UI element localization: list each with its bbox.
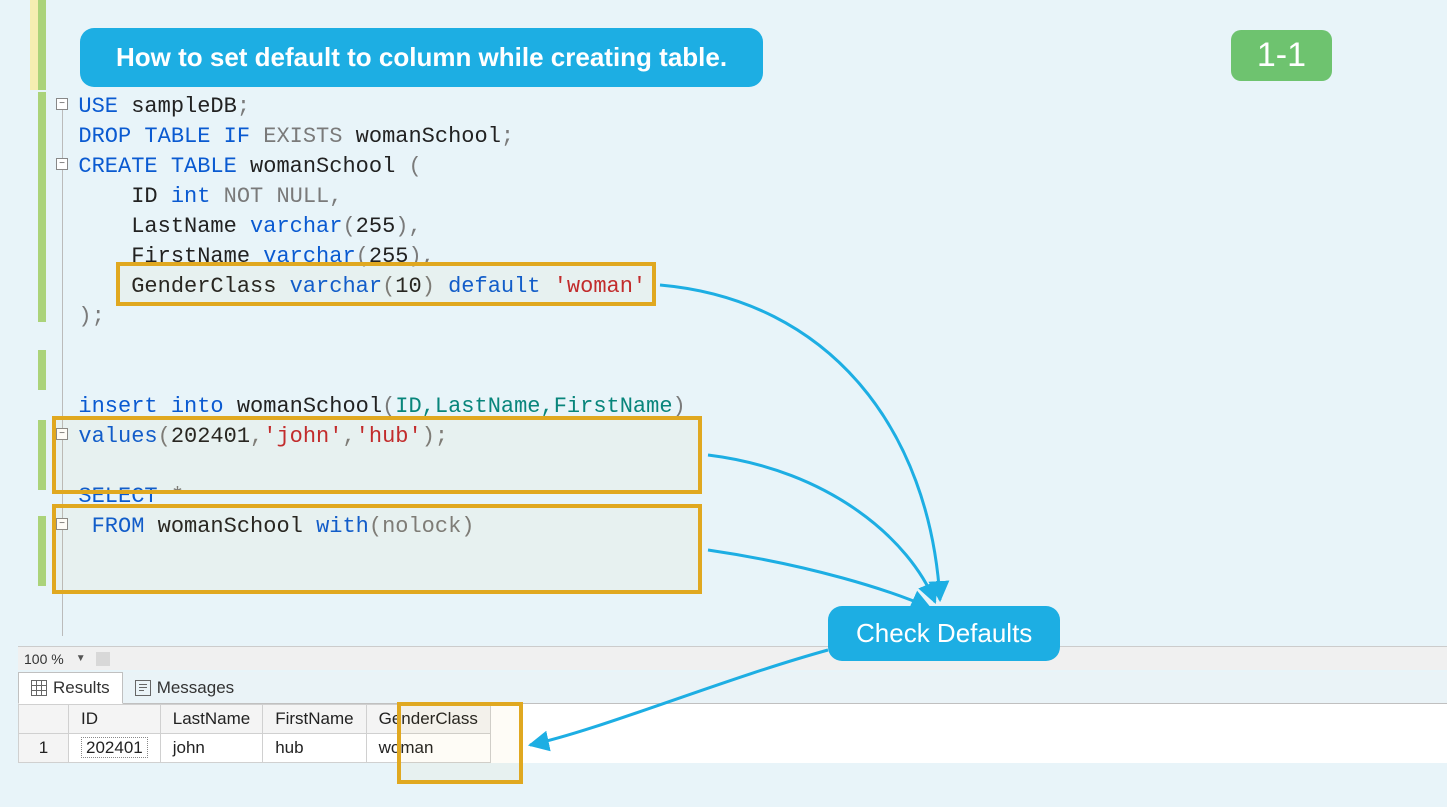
col-header[interactable]: FirstName	[263, 705, 366, 734]
tab-results[interactable]: Results	[18, 672, 123, 704]
tab-label: Results	[53, 678, 110, 698]
results-panel: Results Messages ID LastName FirstName G…	[18, 672, 1447, 763]
tab-label: Messages	[157, 678, 234, 698]
grid-icon	[31, 680, 47, 696]
fold-toggle[interactable]	[56, 158, 68, 170]
zoom-level[interactable]: 100 %	[18, 651, 70, 667]
fold-toggle[interactable]	[56, 428, 68, 440]
zoom-bar: 100 % ▼	[18, 646, 1447, 670]
check-defaults-pill: Check Defaults	[828, 606, 1060, 661]
fold-toggle[interactable]	[56, 518, 68, 530]
rownum-header	[19, 705, 69, 734]
table-row[interactable]: 1 202401 john hub woman	[19, 734, 491, 763]
cell[interactable]: john	[160, 734, 262, 763]
col-header[interactable]: ID	[69, 705, 161, 734]
cell[interactable]: woman	[366, 734, 490, 763]
fold-toggle[interactable]	[56, 98, 68, 110]
row-number: 1	[19, 734, 69, 763]
results-grid[interactable]: ID LastName FirstName GenderClass 1 2024…	[18, 704, 491, 763]
col-header[interactable]: LastName	[160, 705, 262, 734]
col-header[interactable]: GenderClass	[366, 705, 490, 734]
cell[interactable]: 202401	[69, 734, 161, 763]
tab-messages[interactable]: Messages	[123, 672, 246, 703]
zoom-dropdown-icon[interactable]: ▼	[70, 653, 92, 664]
messages-icon	[135, 680, 151, 696]
step-badge: 1-1	[1231, 30, 1332, 81]
cell[interactable]: hub	[263, 734, 366, 763]
title-banner: How to set default to column while creat…	[80, 28, 763, 87]
sql-editor[interactable]: USE sampleDB; DROP TABLE IF EXISTS woman…	[20, 0, 1447, 640]
gutter	[20, 0, 52, 640]
hscroll-left-icon[interactable]	[96, 652, 110, 666]
